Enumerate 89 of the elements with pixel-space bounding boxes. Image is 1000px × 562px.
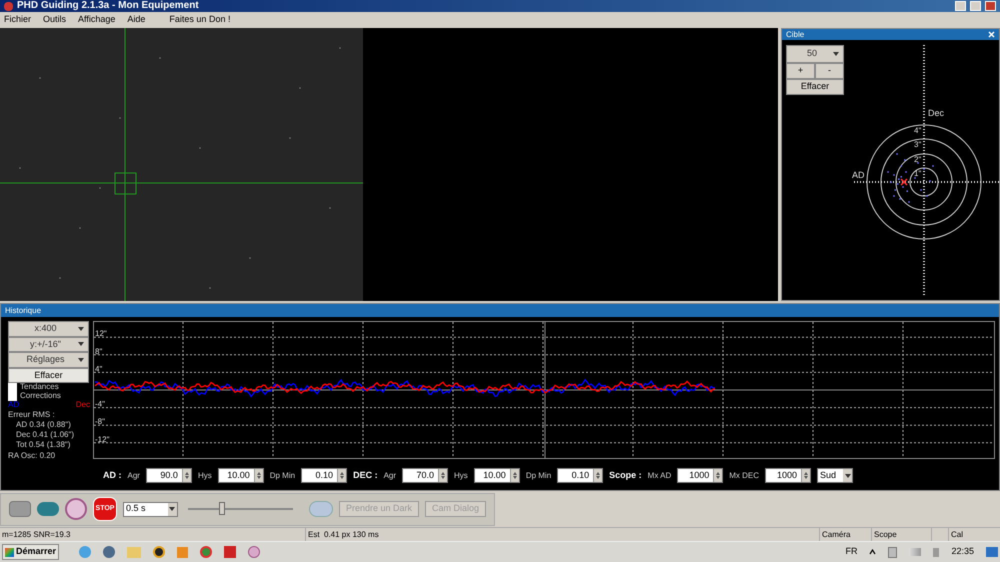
ring-label: 4" xyxy=(914,126,922,135)
axis-label: Dec xyxy=(928,108,944,118)
field-label: Mx AD xyxy=(648,470,672,482)
axis-label: -12" xyxy=(95,434,110,444)
axis-label: -8" xyxy=(95,417,105,426)
start-button[interactable]: Démarrer xyxy=(2,544,60,560)
field-label: Agr xyxy=(128,470,140,482)
checkbox-label: Tendances xyxy=(20,383,59,391)
spin-arrows-icon xyxy=(182,469,191,482)
center-cross-icon xyxy=(900,178,908,186)
language-indicator[interactable]: FR xyxy=(845,545,858,559)
axis-label: -4" xyxy=(95,400,105,409)
close-icon[interactable] xyxy=(988,31,995,38)
graph-dropdown[interactable]: Réglages xyxy=(8,352,89,368)
group-label: DEC : xyxy=(353,468,378,482)
zoom-button[interactable]: + xyxy=(786,63,815,79)
caret-icon xyxy=(843,469,852,482)
menu-item[interactable]: Faites un Don ! xyxy=(169,13,230,27)
legend-label: Dec xyxy=(76,400,90,409)
clear-button[interactable]: Effacer xyxy=(8,368,89,382)
restore-icon[interactable] xyxy=(970,1,981,11)
square-app-icon[interactable] xyxy=(224,546,236,558)
caret-icon xyxy=(168,502,177,516)
slider-thumb[interactable] xyxy=(219,502,226,515)
zoom-button[interactable]: - xyxy=(815,63,844,79)
minimize-icon[interactable] xyxy=(955,1,966,11)
field-label: Agr xyxy=(384,470,396,482)
round-target-icon[interactable] xyxy=(65,498,87,520)
graph-dropdown[interactable]: y:+/-16" xyxy=(8,336,89,352)
panel-title: Historique xyxy=(5,304,42,316)
rms-title: Erreur RMS : xyxy=(8,409,56,420)
number-field[interactable]: 0.10 xyxy=(301,468,348,483)
spin-arrows-icon xyxy=(713,469,722,482)
caret-icon xyxy=(833,52,839,56)
spin-arrows-icon xyxy=(510,469,519,482)
clear-button[interactable]: Effacer xyxy=(786,79,844,95)
menu-item[interactable]: Affichage xyxy=(78,13,116,27)
number-field[interactable]: 90.0 xyxy=(146,468,192,483)
axis-label: 4" xyxy=(95,364,102,374)
group-label: Scope : xyxy=(609,468,642,482)
length-dropdown[interactable]: 50 xyxy=(786,45,844,63)
field-label: Hys xyxy=(198,470,212,482)
rms-value: Tot 0.54 (1.38") xyxy=(15,440,72,450)
app-icon xyxy=(4,2,13,10)
number-field[interactable]: 10.00 xyxy=(474,468,520,483)
graph-dropdown[interactable]: x:400 xyxy=(8,321,89,336)
number-field[interactable]: 1000 xyxy=(677,468,724,483)
spin-arrows-icon xyxy=(593,469,602,482)
ra-oscillation: RA Osc: 0.20 xyxy=(8,450,56,461)
field-label: Hys xyxy=(454,470,468,482)
exposure-dropdown[interactable]: 0.5 s xyxy=(123,502,178,516)
spin-arrows-icon xyxy=(254,469,263,482)
round-app-icon[interactable] xyxy=(153,546,166,558)
number-field[interactable]: 70.0 xyxy=(402,468,448,483)
rms-value: AD 0.34 (0.88") xyxy=(15,420,72,430)
ring-label: 1" xyxy=(914,169,922,178)
square-app-icon[interactable] xyxy=(177,546,188,558)
legend-label: AD xyxy=(8,400,20,409)
axis-label: 12" xyxy=(95,329,107,338)
number-field[interactable]: 1000 xyxy=(765,468,812,483)
status-pane: Cal xyxy=(950,529,964,541)
scatter-dots-drawing xyxy=(887,153,934,203)
field-label: Dp Min xyxy=(526,470,552,482)
flag-icon xyxy=(5,548,14,556)
caret-icon xyxy=(78,358,84,362)
axis-label: AD xyxy=(852,170,865,180)
spin-arrows-icon xyxy=(801,469,810,482)
axis-label: 8" xyxy=(95,346,102,356)
number-field[interactable]: 10.00 xyxy=(218,468,264,483)
spin-arrows-icon xyxy=(438,469,448,482)
ring-label: 3" xyxy=(914,140,922,149)
window-title: PHD Guiding 2.1.3a - Mon Equipement xyxy=(17,1,199,11)
caret-icon xyxy=(78,342,84,346)
clock[interactable]: 22:35 xyxy=(951,545,974,559)
close-icon[interactable] xyxy=(985,1,996,11)
caret-icon xyxy=(78,326,84,331)
direction-dropdown[interactable]: Sud xyxy=(817,468,854,483)
group-label: AD : xyxy=(103,468,122,482)
checkbox-label: Corrections xyxy=(20,392,61,400)
field-label: Dp Min xyxy=(270,470,296,482)
field-label: Mx DEC xyxy=(729,470,760,482)
rms-value: Dec 0.41 (1.06") xyxy=(15,430,75,440)
menu-item[interactable]: Aide xyxy=(127,13,146,27)
spin-arrows-icon xyxy=(337,469,346,482)
panel-title: Cible xyxy=(786,28,804,40)
menu-item[interactable]: Fichier xyxy=(4,13,32,27)
ring-label: 2" xyxy=(914,155,922,164)
number-field[interactable]: 0.10 xyxy=(557,468,604,483)
menu-item[interactable]: Outils xyxy=(43,13,66,27)
